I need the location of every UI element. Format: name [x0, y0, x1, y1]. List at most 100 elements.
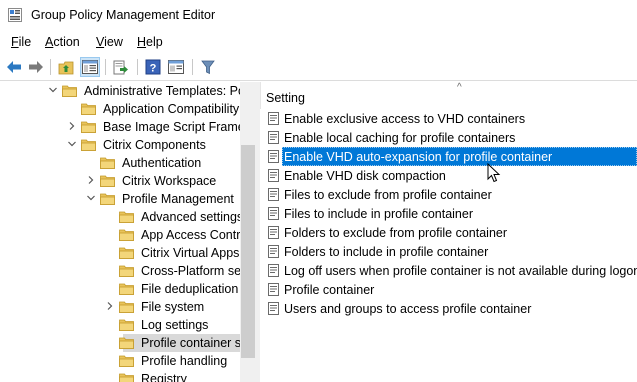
- back-button[interactable]: [4, 57, 24, 77]
- menu-action[interactable]: Action: [45, 35, 80, 49]
- tree-item[interactable]: App Access Contro: [0, 226, 247, 244]
- policy-setting-label: Enable local caching for profile contain…: [284, 131, 516, 145]
- tree-item[interactable]: File system: [0, 298, 240, 316]
- menu-help[interactable]: Help: [137, 35, 163, 49]
- tree-item-label: Profile handling: [141, 354, 228, 368]
- menu-file[interactable]: File: [11, 35, 31, 49]
- setting-column-header[interactable]: ^ Setting: [260, 82, 637, 109]
- tree-item[interactable]: Base Image Script Framew: [0, 118, 254, 136]
- folder-icon: [119, 264, 134, 277]
- policy-setting-icon: [268, 169, 279, 182]
- policy-setting-icon: [268, 112, 279, 125]
- tree-vertical-scrollbar[interactable]: [240, 82, 256, 382]
- folder-icon: [81, 120, 96, 133]
- folder-icon: [119, 210, 134, 223]
- policy-setting-label: Enable VHD auto-expansion for profile co…: [284, 150, 553, 164]
- policy-setting-row[interactable]: Profile container: [260, 280, 637, 299]
- policy-setting-label: Users and groups to access profile conta…: [284, 302, 532, 316]
- tree-item[interactable]: Log settings: [0, 316, 240, 334]
- chevron-right-icon[interactable]: [86, 175, 96, 187]
- tree-item-label: Cross-Platform set: [141, 264, 245, 278]
- policy-setting-icon: [268, 188, 279, 201]
- policy-setting-icon: [268, 264, 279, 277]
- tree-item-label: File system: [141, 300, 205, 314]
- help-button[interactable]: ?: [143, 57, 163, 77]
- folder-icon: [100, 156, 115, 169]
- tree-item[interactable]: Authentication: [0, 154, 240, 172]
- tree-item[interactable]: Profile handling: [0, 352, 240, 370]
- tree-item[interactable]: Registry: [0, 370, 240, 382]
- policy-setting-row[interactable]: Files to exclude from profile container: [260, 185, 637, 204]
- sort-ascending-icon: ^: [457, 82, 462, 93]
- policy-setting-row[interactable]: Enable exclusive access to VHD container…: [260, 109, 637, 128]
- folder-icon: [119, 354, 134, 367]
- tree-item-label: App Access Contro: [141, 228, 248, 242]
- tree-item-label: Authentication: [122, 156, 202, 170]
- toolbar-separator: [105, 59, 106, 75]
- chevron-right-icon[interactable]: [105, 301, 115, 313]
- policy-setting-label: Files to include in profile container: [284, 207, 473, 221]
- tree-item[interactable]: Citrix Virtual Apps: [0, 244, 240, 262]
- folder-icon: [119, 228, 134, 241]
- properties-icon: [168, 60, 184, 74]
- export-list-button[interactable]: [111, 57, 131, 77]
- policy-setting-label: Profile container: [284, 283, 375, 297]
- tree-item-label: Administrative Templates: Po: [84, 84, 245, 98]
- filter-button[interactable]: [198, 57, 218, 77]
- chevron-down-icon[interactable]: [67, 139, 77, 151]
- folder-icon: [100, 174, 115, 187]
- tree-item[interactable]: Profile container s: [0, 334, 241, 352]
- forward-arrow-icon: [29, 61, 43, 73]
- folder-icon: [81, 102, 96, 115]
- policy-setting-row[interactable]: Enable local caching for profile contain…: [260, 128, 637, 147]
- policy-setting-row[interactable]: Folders to include in profile container: [260, 242, 637, 261]
- policy-setting-icon: [268, 131, 279, 144]
- tree-item[interactable]: Cross-Platform set: [0, 262, 245, 280]
- title-bar: Group Policy Management Editor: [0, 0, 637, 31]
- chevron-down-icon[interactable]: [86, 193, 96, 205]
- show-hide-console-tree-button[interactable]: [80, 57, 100, 77]
- forward-button[interactable]: [26, 57, 46, 77]
- policy-setting-icon: [268, 245, 279, 258]
- policy-setting-row[interactable]: Enable VHD disk compaction: [260, 166, 637, 185]
- tree-item-label: Registry: [141, 372, 187, 382]
- toolbar: ?: [0, 53, 637, 81]
- policy-setting-label: Log off users when profile container is …: [284, 264, 637, 278]
- console-tree[interactable]: Administrative Templates: Po Application …: [0, 82, 256, 382]
- header-divider: [260, 82, 261, 109]
- policy-setting-row[interactable]: Files to include in profile container: [260, 204, 637, 223]
- back-arrow-icon: [7, 61, 21, 73]
- policy-setting-row[interactable]: Enable VHD auto-expansion for profile co…: [260, 147, 637, 166]
- menu-view[interactable]: View: [96, 35, 123, 49]
- tree-item[interactable]: Citrix Components: [0, 136, 240, 154]
- policy-setting-label: Folders to include in profile container: [284, 245, 489, 259]
- svg-text:?: ?: [150, 63, 157, 75]
- policy-setting-row[interactable]: Log off users when profile container is …: [260, 261, 637, 280]
- column-header-label: Setting: [266, 91, 305, 105]
- policy-setting-icon: [268, 283, 279, 296]
- help-icon: ?: [145, 59, 161, 75]
- chevron-right-icon[interactable]: [67, 121, 77, 133]
- policy-setting-row[interactable]: Users and groups to access profile conta…: [260, 299, 637, 318]
- tree-item[interactable]: Application Compatibility: [0, 100, 240, 118]
- properties-button[interactable]: [166, 57, 186, 77]
- tree-item[interactable]: Citrix Workspace: [0, 172, 240, 190]
- chevron-down-icon[interactable]: [48, 85, 58, 97]
- tree-item[interactable]: File deduplication: [0, 280, 240, 298]
- folder-icon: [100, 192, 115, 205]
- policy-setting-icon: [268, 207, 279, 220]
- policy-setting-icon: [268, 226, 279, 239]
- tree-item-label: Base Image Script Framew: [103, 120, 254, 134]
- tree-item-label: Citrix Components: [103, 138, 206, 152]
- tree-item[interactable]: Advanced settings: [0, 208, 243, 226]
- tree-item-label: Citrix Workspace: [122, 174, 217, 188]
- up-one-level-button[interactable]: [56, 57, 76, 77]
- menu-bar: File Action View Help: [0, 31, 637, 53]
- policy-setting-row[interactable]: Folders to exclude from profile containe…: [260, 223, 637, 242]
- scrollbar-thumb[interactable]: [241, 145, 255, 358]
- policy-setting-label: Files to exclude from profile container: [284, 188, 492, 202]
- policy-setting-label: Folders to exclude from profile containe…: [284, 226, 508, 240]
- tree-item[interactable]: Administrative Templates: Po: [0, 82, 245, 100]
- tree-item[interactable]: Profile Management: [0, 190, 240, 208]
- tree-item-label: Profile Management: [122, 192, 234, 206]
